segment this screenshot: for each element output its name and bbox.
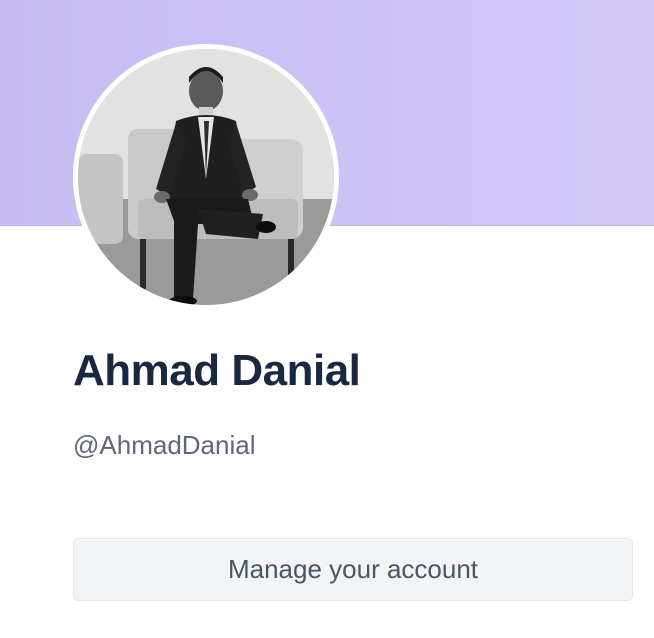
profile-card: Ahmad Danial @AhmadDanial Manage your ac… — [0, 0, 654, 638]
profile-name: Ahmad Danial — [73, 346, 361, 395]
avatar[interactable] — [73, 44, 339, 310]
avatar-photo-icon — [78, 49, 334, 305]
profile-handle: @AhmadDanial — [73, 430, 256, 460]
manage-account-button[interactable]: Manage your account — [73, 538, 633, 601]
